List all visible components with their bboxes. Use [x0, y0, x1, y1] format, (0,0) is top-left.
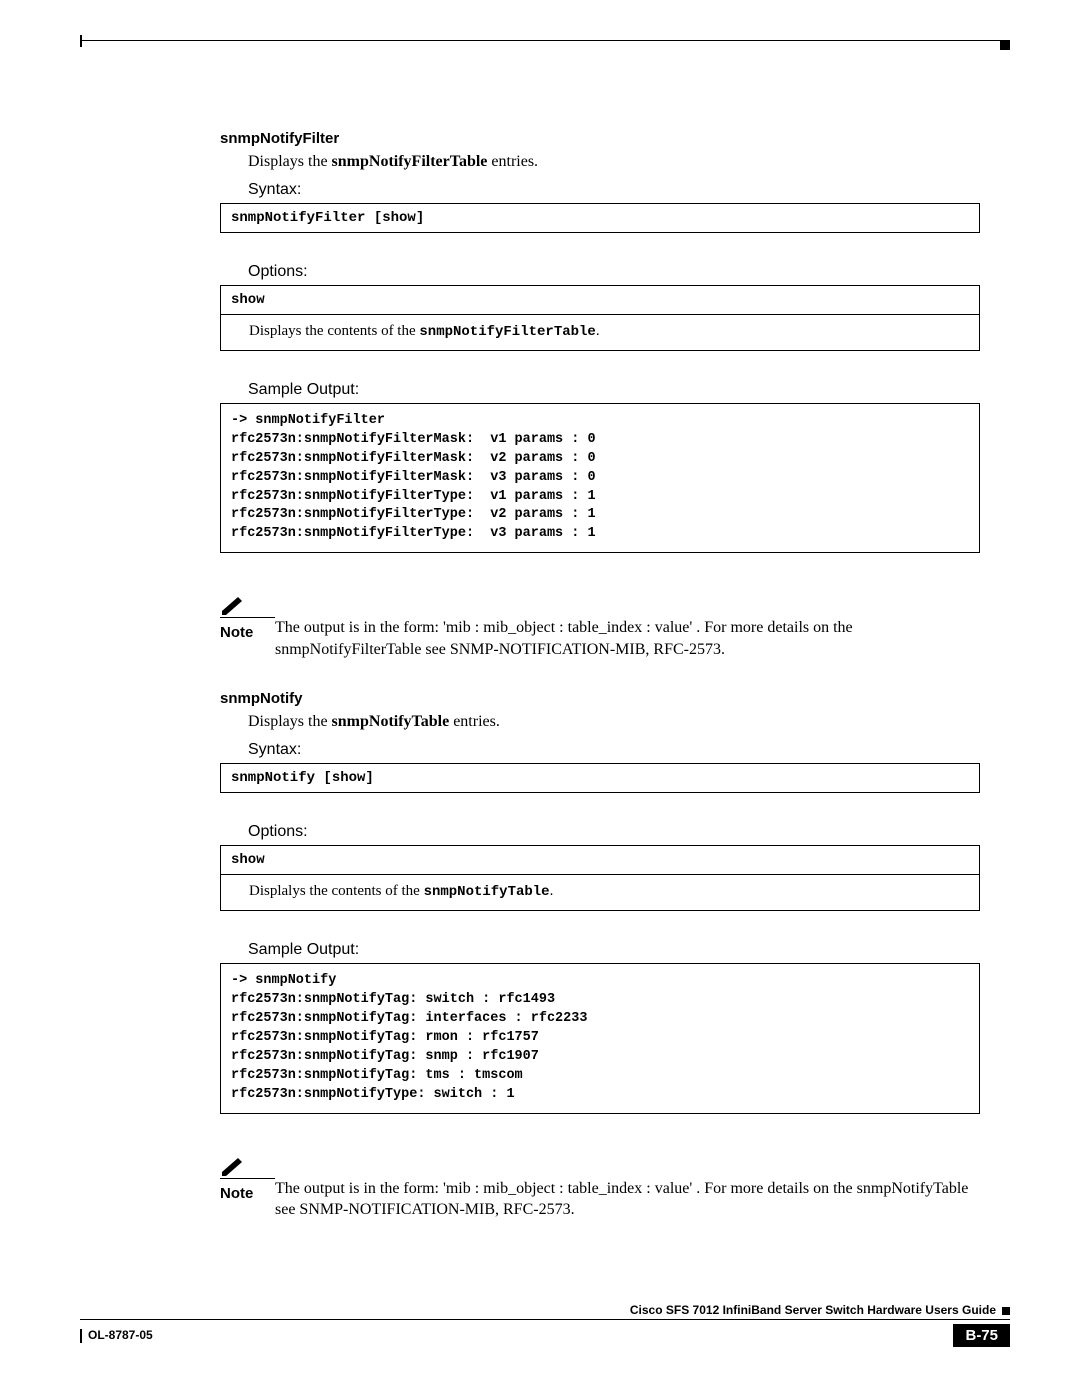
options-header: show	[221, 286, 979, 315]
desc-bold: snmpNotifyTable	[332, 713, 450, 730]
note-row-1: Note The output is in the form: 'mib : m…	[220, 593, 980, 660]
sample-output-snmpnotifyfilter: -> snmpNotifyFilter rfc2573n:snmpNotifyF…	[220, 403, 980, 553]
section-title-snmpnotify: snmpNotify	[220, 690, 980, 707]
note-label: Note	[220, 1185, 275, 1202]
desc-prefix: Displays the	[248, 713, 332, 730]
note-icon: Note	[220, 1154, 275, 1202]
opt-suffix: .	[550, 883, 554, 899]
note-icon: Note	[220, 593, 275, 641]
section-title-snmpnotifyfilter: snmpNotifyFilter	[220, 130, 980, 147]
note-label: Note	[220, 624, 275, 641]
description-snmpnotify: Displays the snmpNotifyTable entries.	[248, 713, 980, 731]
note-text: The output is in the form: 'mib : mib_ob…	[275, 593, 980, 660]
footer-row: OL-8787-05 B-75	[80, 1324, 1010, 1347]
options-box-snmpnotifyfilter: show Displays the contents of the snmpNo…	[220, 285, 980, 351]
desc-suffix: entries.	[449, 713, 500, 730]
options-label: Options:	[248, 823, 980, 841]
options-header: show	[221, 846, 979, 875]
pencil-icon	[220, 593, 248, 615]
syntax-box-snmpnotify: snmpNotify [show]	[220, 763, 980, 793]
syntax-label: Syntax:	[248, 741, 980, 759]
opt-mono: snmpNotifyTable	[424, 884, 550, 900]
options-box-snmpnotify: show Displalys the contents of the snmpN…	[220, 845, 980, 911]
footer: Cisco SFS 7012 InfiniBand Server Switch …	[80, 1303, 1010, 1347]
desc-suffix: entries.	[487, 153, 538, 170]
description-snmpnotifyfilter: Displays the snmpNotifyFilterTable entri…	[248, 153, 980, 171]
syntax-box-snmpnotifyfilter: snmpNotifyFilter [show]	[220, 203, 980, 233]
doc-id: OL-8787-05	[80, 1328, 153, 1343]
crop-mark-top	[80, 40, 1010, 55]
desc-bold: snmpNotifyFilterTable	[332, 153, 488, 170]
main-content: snmpNotifyFilter Displays the snmpNotify…	[220, 130, 980, 1221]
options-body: Displays the contents of the snmpNotifyF…	[221, 315, 979, 350]
page-number: B-75	[953, 1324, 1010, 1347]
opt-suffix: .	[596, 323, 600, 339]
pencil-icon	[220, 1154, 248, 1176]
footer-line	[80, 1319, 1010, 1320]
desc-prefix: Displays the	[248, 153, 332, 170]
sample-label: Sample Output:	[248, 941, 980, 959]
sample-label: Sample Output:	[248, 381, 980, 399]
options-label: Options:	[248, 263, 980, 281]
opt-mono: snmpNotifyFilterTable	[419, 324, 595, 340]
note-row-2: Note The output is in the form: 'mib : m…	[220, 1154, 980, 1221]
opt-prefix: Displays the contents of the	[249, 323, 419, 339]
syntax-label: Syntax:	[248, 181, 980, 199]
footer-title: Cisco SFS 7012 InfiniBand Server Switch …	[80, 1303, 1010, 1317]
note-text: The output is in the form: 'mib : mib_ob…	[275, 1154, 980, 1221]
opt-prefix: Displalys the contents of the	[249, 883, 424, 899]
page: snmpNotifyFilter Displays the snmpNotify…	[0, 0, 1080, 1397]
options-body: Displalys the contents of the snmpNotify…	[221, 875, 979, 910]
sample-output-snmpnotify: -> snmpNotify rfc2573n:snmpNotifyTag: sw…	[220, 963, 980, 1113]
